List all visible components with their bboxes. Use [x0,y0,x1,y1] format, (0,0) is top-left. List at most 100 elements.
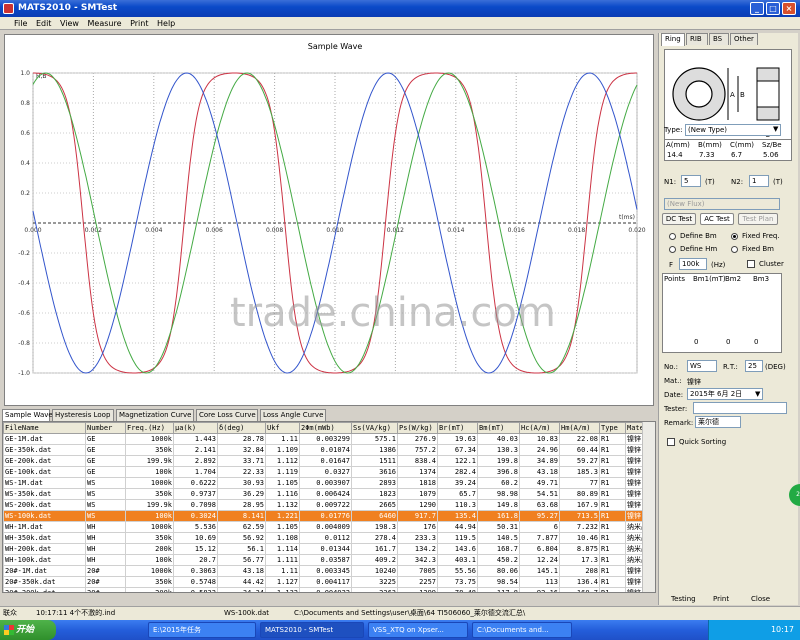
minimize-button[interactable]: _ [750,2,764,15]
table-row[interactable]: WS-350k.dat WS 350k 0.9737 36.29 1.116 0.00642… [3,488,655,500]
table-row[interactable]: GE-1M.dat GE 1000k 1.443 28.78 1.11 0.003299 57… [3,433,655,445]
column-header[interactable]: δ(deg) [217,422,266,434]
bm1-value[interactable]: 0 [694,338,698,346]
dim-value-c[interactable]: 6.7 [731,151,742,159]
dim-value-a[interactable]: 14.4 [667,151,683,159]
table-cell: 276.9 [397,433,438,445]
tab-rib[interactable]: RIB [686,33,708,45]
define-hm-radio[interactable] [669,246,676,253]
define-bm-radio[interactable] [669,233,676,240]
menu-file[interactable]: File [14,17,27,30]
menu-edit[interactable]: Edit [36,17,52,30]
column-header[interactable]: Hm(A/m) [559,422,600,434]
column-header[interactable]: Br(mT) [437,422,478,434]
column-header[interactable]: 2Φm(mWb) [299,422,352,434]
calendar-chevron-icon[interactable]: ▼ [755,390,760,398]
tester-input[interactable] [693,402,787,414]
fixed-freq-radio[interactable] [731,233,738,240]
table-row[interactable]: GE-350k.dat GE 350k 2.141 32.84 1.109 0.01074 1… [3,444,655,456]
column-header[interactable]: Number [85,422,126,434]
bm3-value[interactable]: 0 [754,338,758,346]
tab-ring[interactable]: Ring [661,33,685,46]
x-axis-label: t(ms) [619,214,635,221]
taskbar: 开始 E:\2015年任务 MATS2010 - SMTest VSS_XTQ … [0,620,800,640]
table-row[interactable]: GE-200k.dat GE 199.9k 2.892 33.71 1.112 0.0164… [3,455,655,467]
close-panel-button[interactable]: Close [751,595,770,603]
maximize-button[interactable]: □ [766,2,780,15]
cluster-checkbox[interactable] [747,260,755,268]
table-row[interactable]: WS-1M.dat WS 1000k 0.6222 30.93 1.105 0.003907… [3,477,655,489]
task-vss[interactable]: VSS_XTQ on Xpser... [368,622,468,638]
menu-help[interactable]: Help [157,17,175,30]
column-header[interactable]: μa(k) [173,422,218,434]
column-header[interactable]: Ukf [265,422,300,434]
table-cell: 168.7 [477,543,520,555]
y-tick-label: -0.6 [18,310,30,317]
table-cell: 60.44 [559,444,600,456]
type-select[interactable]: (New Type) [685,124,781,136]
table-row[interactable]: WH-100k.dat WH 100k 20.7 56.77 1.111 0.03587 40… [3,554,655,566]
column-header[interactable]: Hc(A/m) [519,422,560,434]
table-cell: 2665 [351,499,398,511]
menu-view[interactable]: View [60,17,79,30]
table-cell: WH-350k.dat [3,532,86,544]
table-cell: 199.9k [125,455,174,467]
tab-hysteresis-loop[interactable]: Hysteresis Loop [52,409,114,421]
tab-sample-wave[interactable]: Sample Wave [2,409,53,421]
column-header[interactable]: Type [599,422,626,434]
start-button[interactable]: 开始 [0,620,56,640]
tab-loss-angle-curve[interactable]: Loss Angle Curve [260,409,326,421]
material-value[interactable]: 镍锌 [687,377,701,387]
dim-value-b[interactable]: 7.33 [699,151,715,159]
table-row[interactable]: 20#-1M.dat 20# 1000k 0.3063 43.18 1.11 0.00334… [3,565,655,577]
table-cell: 10.69 [173,532,218,544]
system-tray-clock[interactable]: 10:17 [708,620,800,640]
rt-input[interactable]: 25 [745,360,763,372]
table-row[interactable]: 20#-350k.dat 20# 350k 0.5748 44.42 1.127 0.004… [3,576,655,588]
flux-select[interactable]: (New Flux) [664,198,780,210]
table-cell: WS-350k.dat [3,488,86,500]
n1-input[interactable]: 5 [681,175,701,187]
menu-measure[interactable]: Measure [88,17,122,30]
table-row[interactable]: WH-1M.dat WH 1000k 5.536 62.59 1.105 0.004009 1… [3,521,655,533]
table-row[interactable]: WS-100k.dat WS 100k 0.3024 8.141 1.221 0.01776… [3,510,655,522]
column-header[interactable]: FileName [3,422,86,434]
table-row[interactable]: GE-100k.dat GE 100k 1.704 22.33 1.119 0.0327 36… [3,466,655,478]
quick-sorting-checkbox[interactable] [667,438,675,446]
tab-magnetization-curve[interactable]: Magnetization Curve [116,409,194,421]
remark-input[interactable]: 莱尔德 [695,416,741,428]
test-plan-tab[interactable]: Test Plan [738,213,778,225]
tab-bs[interactable]: BS [709,33,729,45]
dim-value-sz[interactable]: 5.06 [763,151,779,159]
number-input[interactable]: WS [687,360,717,372]
freq-input[interactable]: 100k [679,258,707,270]
column-header[interactable]: Ss(VA/kg) [351,422,398,434]
print-button[interactable]: Print [713,595,729,603]
ac-test-tab[interactable]: AC Test [700,213,734,225]
dc-test-tab[interactable]: DC Test [662,213,696,225]
testing-button[interactable]: Testing [671,595,696,603]
n2-input[interactable]: 1 [749,175,769,187]
table-row[interactable]: 20#-200k.dat 20# 200k 0.5832 34.34 1.132 0.004… [3,587,655,592]
menu-bar: File Edit View Measure Print Help [0,17,800,30]
task-mats[interactable]: MATS2010 - SMTest [260,622,364,638]
fixed-bm-radio[interactable] [731,246,738,253]
bm2-value[interactable]: 0 [726,338,730,346]
table-row[interactable]: WS-200k.dat WS 199.9k 0.7098 28.95 1.132 0.009… [3,499,655,511]
table-cell: 10.46 [559,532,600,544]
column-header[interactable]: Freq.(Hz) [125,422,174,434]
chevron-down-icon[interactable]: ▼ [773,125,778,133]
column-header[interactable]: Ps(W/kg) [397,422,438,434]
tab-other[interactable]: Other [730,33,758,45]
table-row[interactable]: WH-200k.dat WH 200k 15.12 56.1 1.114 0.01344 16… [3,543,655,555]
table-scrollbar[interactable] [642,422,655,592]
results-table: FileName Number Freq.(Hz) μa(k) δ(deg) Ukf 2Φm… [3,422,655,592]
date-picker[interactable]: 2015年 6月 2日 [687,388,763,400]
menu-print[interactable]: Print [130,17,148,30]
tab-core-loss-curve[interactable]: Core Loss Curve [196,409,258,421]
task-explorer[interactable]: C:\Documents and... [472,622,572,638]
table-row[interactable]: WH-350k.dat WH 350k 10.69 56.92 1.108 0.0112 27… [3,532,655,544]
close-button[interactable]: × [782,2,796,15]
task-folder[interactable]: E:\2015年任务 [148,622,256,638]
column-header[interactable]: Bm(mT) [477,422,520,434]
